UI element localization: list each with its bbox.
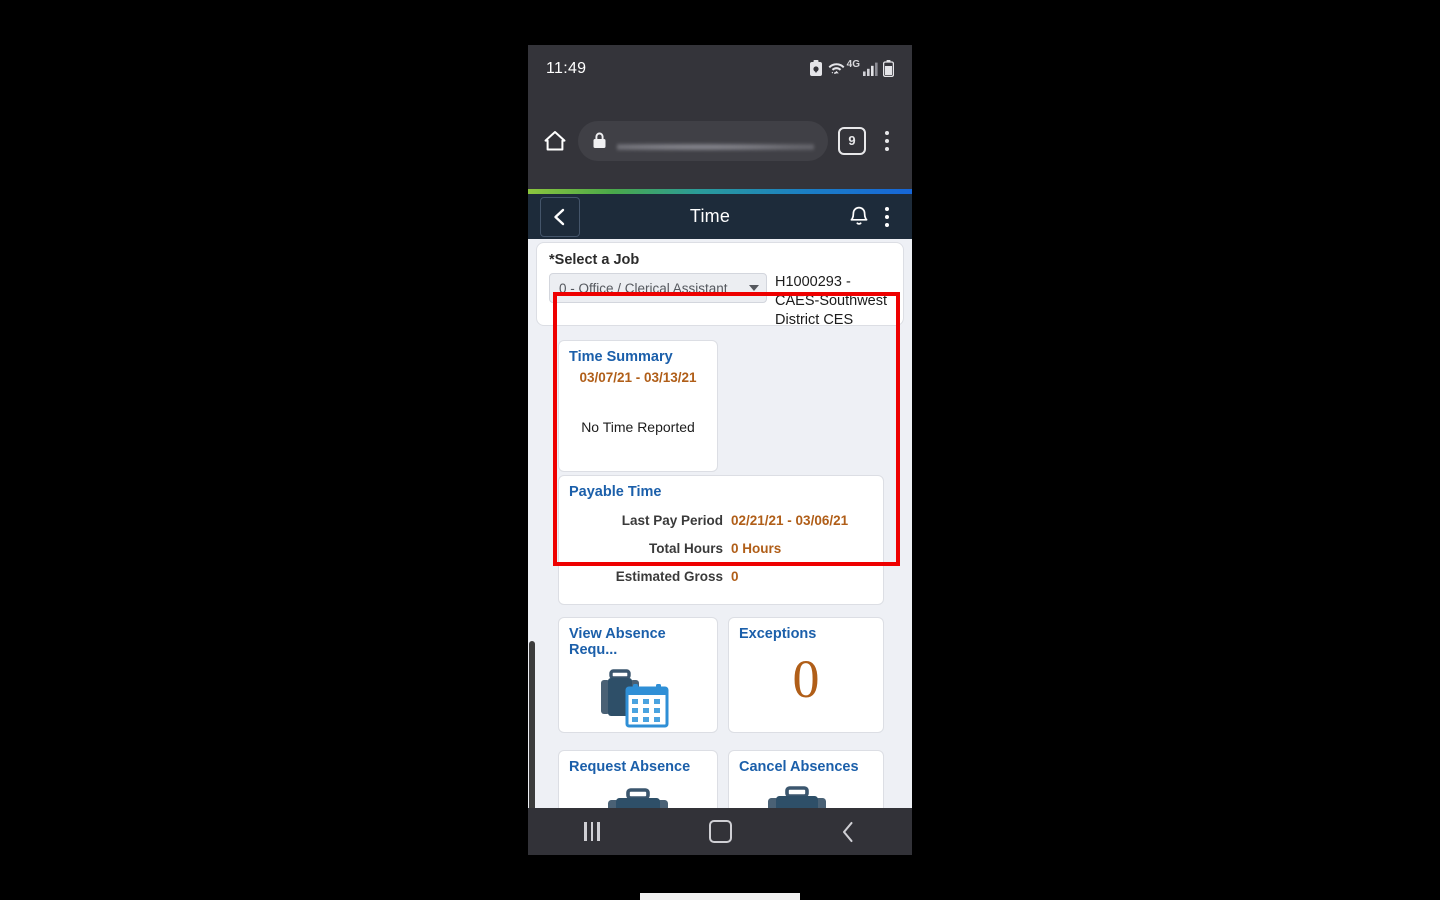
tile-exceptions[interactable]: Exceptions 0	[728, 617, 884, 733]
browser-toolbar: 9	[528, 92, 912, 189]
tile-cancel-absences[interactable]: Cancel Absences	[728, 750, 884, 808]
tile-request-absence[interactable]: Request Absence	[558, 750, 718, 808]
chevron-left-icon	[554, 208, 565, 225]
status-icon-group: 4G	[809, 59, 894, 77]
chevron-down-icon	[749, 285, 759, 291]
wifi-icon	[828, 60, 845, 77]
payable-time-label: Total Hours	[649, 541, 723, 556]
job-select-dropdown[interactable]: 0 - Office / Clerical Assistant	[549, 273, 767, 303]
app-header: Time	[528, 194, 912, 239]
back-chevron-icon[interactable]	[818, 812, 878, 852]
payable-time-row: Estimated Gross 0	[559, 569, 883, 584]
bottom-edge-sliver	[640, 893, 800, 900]
time-summary-note: No Time Reported	[581, 419, 695, 435]
payable-time-row: Last Pay Period 02/21/21 - 03/06/21	[559, 513, 883, 528]
job-code-text: H1000293 - CAES-Southwest District CES	[775, 274, 888, 328]
back-button[interactable]	[540, 196, 580, 237]
home-square-icon[interactable]	[690, 812, 750, 852]
recents-icon[interactable]	[562, 812, 622, 852]
tile-exceptions-title: Exceptions	[739, 626, 817, 642]
payable-time-label: Estimated Gross	[615, 569, 723, 584]
tab-count-button[interactable]: 9	[838, 126, 866, 155]
job-select-value: 0 - Office / Clerical Assistant	[559, 280, 728, 296]
browser-menu-icon[interactable]	[876, 128, 898, 154]
signal-bars-icon	[863, 62, 878, 76]
url-input[interactable]	[617, 141, 814, 152]
job-selector-label: *Select a Job	[549, 252, 640, 268]
payable-time-value: 0 Hours	[731, 541, 782, 556]
network-4g-icon: 4G	[846, 59, 860, 70]
tile-request-absence-title: Request Absence	[569, 759, 691, 775]
payable-time-value: 0	[731, 569, 739, 584]
phone-screenshot: 11:49 4G 9 Time *Select a Job 0 - Office…	[528, 45, 912, 855]
payable-time-label: Last Pay Period	[621, 513, 723, 528]
home-icon[interactable]	[542, 128, 568, 154]
battery-icon	[883, 60, 894, 77]
app-menu-icon[interactable]	[874, 202, 900, 232]
page-scrollbar[interactable]	[529, 641, 535, 808]
screenshot-canvas: 11:49 4G 9 Time *Select a Job 0 - Office…	[0, 0, 1440, 900]
job-selector-card: *Select a Job 0 - Office / Clerical Assi…	[536, 242, 904, 328]
time-summary-date-range: 03/07/21 - 03/13/21	[579, 370, 697, 385]
tile-view-absence-title: View Absence Requ...	[569, 626, 666, 658]
bell-icon	[850, 206, 868, 225]
tile-view-absence-requests[interactable]: View Absence Requ...	[558, 617, 718, 733]
android-status-bar: 11:49 4G	[528, 45, 912, 92]
tile-payable-time-title: Payable Time	[569, 484, 662, 500]
lock-icon	[592, 132, 607, 149]
battery-saver-icon	[809, 60, 823, 77]
tile-payable-time[interactable]: Payable Time Last Pay Period 02/21/21 - …	[558, 475, 884, 605]
tile-time-summary-title: Time Summary	[569, 349, 673, 365]
exceptions-count: 0	[792, 649, 820, 709]
url-bar[interactable]	[578, 120, 828, 161]
payable-time-row: Total Hours 0 Hours	[559, 541, 883, 556]
status-clock: 11:49	[546, 59, 587, 77]
briefcase-cancel-icon	[729, 779, 883, 808]
tile-cancel-absences-title: Cancel Absences	[739, 759, 859, 775]
tile-time-summary[interactable]: Time Summary 03/07/21 - 03/13/21 No Time…	[558, 340, 718, 472]
payable-time-value: 02/21/21 - 03/06/21	[731, 513, 849, 528]
briefcase-calendar-icon	[559, 662, 717, 734]
android-nav-bar	[528, 808, 912, 855]
briefcase-icon	[559, 779, 717, 808]
page-title: Time	[689, 206, 731, 226]
page-content: *Select a Job 0 - Office / Clerical Assi…	[528, 239, 912, 808]
notifications-button[interactable]	[844, 205, 874, 229]
